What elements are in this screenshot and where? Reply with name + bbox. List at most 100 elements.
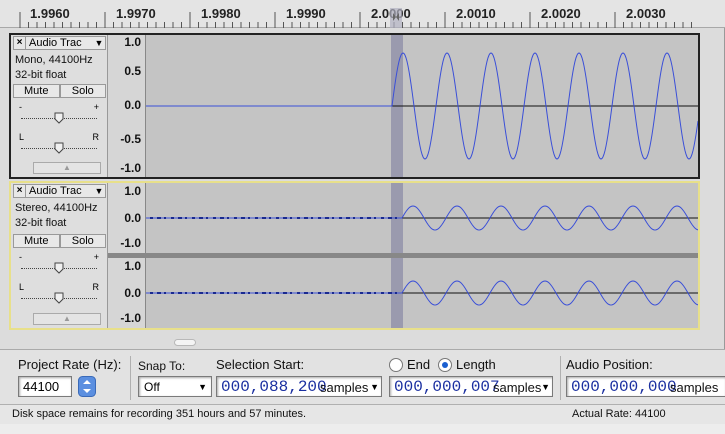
waveform-noise-dot bbox=[185, 217, 187, 219]
track-format: Stereo, 44100Hz bbox=[15, 202, 98, 214]
mute-button[interactable]: Mute bbox=[13, 234, 60, 248]
waveform-noise-dot bbox=[353, 217, 355, 219]
track-name[interactable]: Audio Trac bbox=[26, 185, 93, 197]
waveform-noise-dot bbox=[276, 217, 279, 219]
waveform-noise-dot bbox=[353, 292, 355, 294]
dropdown-arrow-icon[interactable]: ▼ bbox=[370, 382, 379, 392]
ruler-tick-label: 1.9970 bbox=[116, 6, 156, 21]
waveform-noise-dot bbox=[199, 217, 203, 219]
dropdown-arrow-icon[interactable]: ▼ bbox=[541, 382, 550, 392]
snap-to-select[interactable]: Off ▼ bbox=[138, 376, 212, 397]
waveform-noise-dot bbox=[199, 292, 203, 294]
waveform-noise-dot bbox=[227, 292, 229, 294]
amplitude-label: 0.0 bbox=[124, 211, 141, 225]
horizontal-scrollbar[interactable] bbox=[144, 338, 700, 348]
waveform-area-left-channel[interactable] bbox=[146, 183, 698, 253]
waveform-noise-dot bbox=[213, 292, 216, 294]
waveform-noise-dot bbox=[276, 292, 279, 294]
selection-start-field[interactable]: 000,088,200 samples ▼ bbox=[216, 376, 382, 397]
gain-minus-label: - bbox=[19, 252, 22, 262]
snap-to-value: Off bbox=[144, 380, 160, 394]
track-menu-arrow-icon[interactable]: ▼ bbox=[93, 186, 105, 196]
solo-button[interactable]: Solo bbox=[59, 84, 106, 98]
waveform-area-right-channel[interactable] bbox=[146, 258, 698, 328]
pan-slider[interactable]: L R bbox=[19, 282, 99, 306]
amplitude-label: 1.0 bbox=[124, 259, 141, 273]
waveform-noise-dot bbox=[367, 292, 371, 294]
amplitude-label: 0.0 bbox=[124, 98, 141, 112]
waveform-noise-dot bbox=[213, 217, 216, 219]
ruler-tick-label: 2.0030 bbox=[626, 6, 666, 21]
waveform-noise-dot bbox=[220, 292, 224, 294]
waveform-noise-dot bbox=[346, 292, 350, 294]
close-track-icon[interactable]: × bbox=[14, 185, 26, 197]
track-title-bar[interactable]: × Audio Trac ▼ bbox=[13, 184, 106, 198]
waveform-noise-dot bbox=[374, 217, 376, 219]
amplitude-label: 0.0 bbox=[124, 286, 141, 300]
waveform-noise-dot bbox=[262, 217, 266, 219]
waveform-noise-dot bbox=[325, 217, 329, 219]
gain-slider[interactable]: - + bbox=[19, 252, 99, 276]
vertical-ruler-left: 1.0 0.0 -1.0 bbox=[108, 183, 146, 253]
length-radio-button[interactable] bbox=[438, 358, 452, 372]
project-rate-stepper-icon[interactable] bbox=[78, 376, 96, 397]
scrollbar-thumb[interactable] bbox=[174, 339, 196, 346]
amplitude-label: -0.5 bbox=[120, 132, 141, 146]
selection-length-unit: samples bbox=[493, 380, 542, 395]
track-name[interactable]: Audio Trac bbox=[26, 37, 93, 49]
audio-track-mono[interactable]: × Audio Trac ▼ Mono, 44100Hz 32-bit floa… bbox=[9, 33, 700, 179]
waveform-noise-dot bbox=[360, 217, 363, 219]
track-menu-arrow-icon[interactable]: ▼ bbox=[93, 38, 105, 48]
waveform-noise-dot bbox=[206, 292, 208, 294]
close-track-icon[interactable]: × bbox=[14, 37, 26, 49]
waveform-noise-dot bbox=[269, 217, 271, 219]
project-rate-input[interactable]: 44100 bbox=[18, 376, 72, 397]
pan-slider[interactable]: L R bbox=[19, 132, 99, 156]
audio-position-label: Audio Position: bbox=[566, 357, 653, 372]
waveform-noise-dot bbox=[248, 217, 250, 219]
gain-plus-label: + bbox=[93, 252, 99, 262]
timeline-ruler[interactable]: 1.9960 1.9970 1.9980 1.9990 2.0000 2.001… bbox=[0, 0, 725, 28]
waveform-noise-dot bbox=[178, 292, 182, 294]
solo-button[interactable]: Solo bbox=[59, 234, 106, 248]
waveform-noise-dot bbox=[234, 217, 237, 219]
waveform-area[interactable] bbox=[146, 35, 698, 177]
waveform-noise-dot bbox=[318, 292, 321, 294]
play-position-marker-icon[interactable] bbox=[390, 8, 402, 28]
waveform-noise-dot bbox=[192, 217, 195, 219]
gain-knob-icon[interactable] bbox=[54, 112, 64, 124]
waveform-noise-dot bbox=[206, 217, 208, 219]
end-radio-button[interactable] bbox=[389, 358, 403, 372]
track-title-bar[interactable]: × Audio Trac ▼ bbox=[13, 36, 106, 50]
waveform-noise-dot bbox=[290, 292, 292, 294]
waveform-noise-dot bbox=[290, 217, 292, 219]
amplitude-label: -1.0 bbox=[120, 161, 141, 175]
selection-start-label: Selection Start: bbox=[216, 357, 305, 372]
waveform-noise-dot bbox=[339, 217, 342, 219]
waveform-noise-dot bbox=[164, 292, 166, 294]
pan-knob-icon[interactable] bbox=[54, 142, 64, 154]
audacity-window: 1.9960 1.9970 1.9980 1.9990 2.0000 2.001… bbox=[0, 0, 725, 434]
waveform-noise-dot bbox=[339, 292, 342, 294]
waveform-mono bbox=[146, 35, 698, 177]
dropdown-arrow-icon: ▼ bbox=[198, 382, 207, 392]
waveform-noise-dot bbox=[157, 217, 161, 219]
snap-to-label: Snap To: bbox=[138, 359, 186, 373]
audio-track-stereo[interactable]: × Audio Trac ▼ Stereo, 44100Hz 32-bit fl… bbox=[9, 181, 700, 330]
collapse-track-button[interactable]: ▲ bbox=[33, 162, 101, 174]
waveform-noise-dot bbox=[311, 217, 313, 219]
gain-slider[interactable]: - + bbox=[19, 102, 99, 126]
ruler-tick-label: 1.9980 bbox=[201, 6, 241, 21]
pan-knob-icon[interactable] bbox=[54, 292, 64, 304]
collapse-track-button[interactable]: ▲ bbox=[33, 313, 101, 325]
waveform-noise-dot bbox=[227, 217, 229, 219]
waveform-right-channel bbox=[146, 258, 698, 328]
waveform-noise-dot bbox=[325, 292, 329, 294]
amplitude-label: 1.0 bbox=[124, 184, 141, 198]
selection-length-field[interactable]: 000,000,007 samples ▼ bbox=[389, 376, 553, 397]
gain-knob-icon[interactable] bbox=[54, 262, 64, 274]
vertical-ruler: 1.0 0.5 0.0 -0.5 -1.0 bbox=[108, 35, 146, 177]
mute-button[interactable]: Mute bbox=[13, 84, 60, 98]
track-bit-depth: 32-bit float bbox=[15, 217, 67, 229]
audio-position-field[interactable]: 000,000,000 samples bbox=[566, 376, 725, 397]
